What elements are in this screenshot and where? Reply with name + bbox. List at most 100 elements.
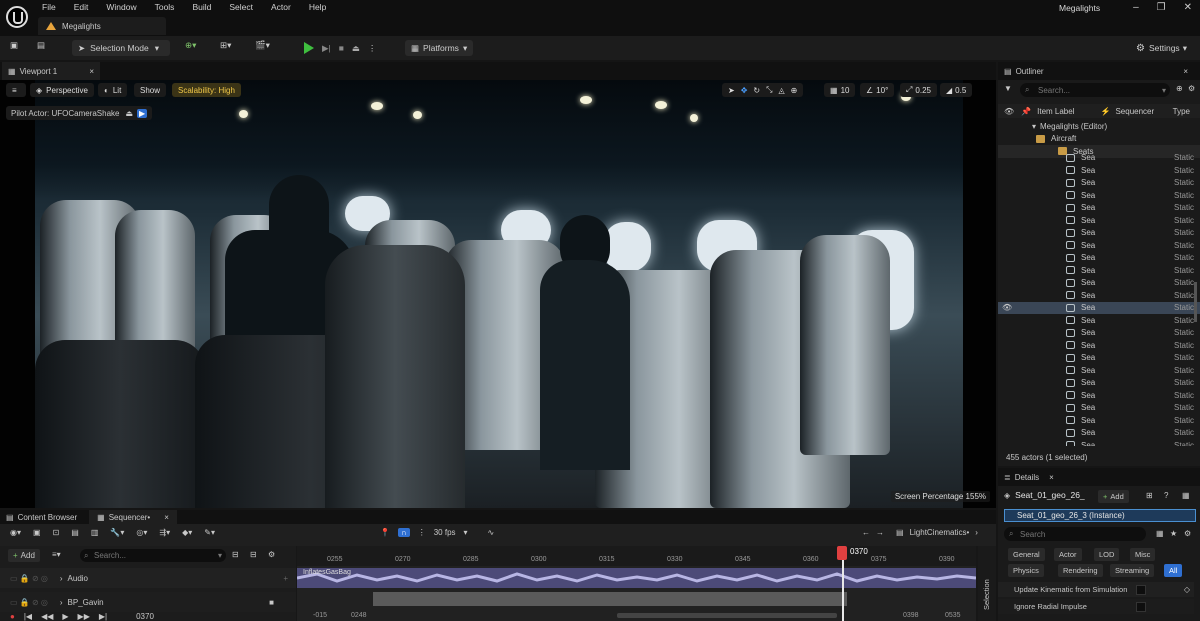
render-icon[interactable]: ▥ [91,528,99,537]
save-icon[interactable]: ▣ [10,40,18,56]
more-icon[interactable]: ⋮ [418,528,426,537]
camera-speed[interactable]: ◢ 0.5 [940,83,973,97]
outliner-row[interactable]: Sea Static [998,239,1200,252]
viewport-menu-icon[interactable]: ≡ [6,83,26,97]
project-tab[interactable]: Megalights [38,17,166,35]
outliner-row[interactable]: Sea Static [998,339,1200,352]
wrench-icon[interactable]: 🔧▾ [110,528,124,537]
filter-rendering[interactable]: Rendering [1058,564,1103,577]
visibility-icon[interactable]: 👁 [1004,107,1014,116]
close-icon[interactable]: × [1183,67,1188,76]
lit-button[interactable]: ◐ Lit [98,83,128,97]
outliner-row[interactable]: Sea Static [998,377,1200,390]
blueprint-icon[interactable]: ⊞▾ [220,40,231,56]
expand-icon[interactable]: ⊟ [250,550,257,559]
grid-snap[interactable]: ▦ 10 [824,83,856,97]
outliner-row[interactable]: Sea Static [998,427,1200,440]
column-type[interactable]: Type [1173,107,1190,116]
close-icon[interactable]: × [164,513,169,522]
playback-icon[interactable]: ⇶▾ [159,528,170,537]
outliner-row[interactable]: Sea Static [998,439,1200,446]
scalability-badge[interactable]: Scalability: High [172,83,241,97]
camera-icon[interactable]: ▶ [137,108,148,118]
collapse-icon[interactable]: ⊟ [232,550,239,559]
filter-all[interactable]: All [1164,564,1183,577]
curve-editor-icon[interactable]: ∿ [488,528,495,537]
add-component-button[interactable]: + Add [1098,490,1129,503]
outliner-row[interactable]: Sea Static [998,164,1200,177]
filter-general[interactable]: General [1008,548,1045,561]
help-icon[interactable]: ? [1164,491,1168,500]
filter-icon[interactable]: ≡▾ [52,550,61,559]
property-checkbox[interactable] [1136,584,1146,595]
time-ruler[interactable]: 0255 0270 0285 0300 0315 0330 0345 0360 … [297,546,976,566]
angle-snap[interactable]: ∠ 10° [860,83,895,97]
frame-scrollbar[interactable] [617,613,837,618]
filter-icon[interactable]: ▼ [1004,84,1012,93]
outliner-row[interactable]: Sea Static [998,402,1200,415]
curve-icon[interactable]: ✎▾ [204,528,215,537]
step-back-icon[interactable]: ◀◀ [41,612,53,621]
outliner-row[interactable]: Sea Static [998,152,1200,165]
settings-button[interactable]: ⚙ Settings ▾ [1136,40,1187,56]
viewport-tab[interactable]: ▦ Viewport 1 × [2,62,100,80]
step-icon[interactable]: ▶| [322,43,331,54]
pin-icon[interactable]: 📌 [1021,107,1031,116]
play-icon[interactable]: ▶ [62,612,68,621]
component-instance[interactable]: Seat_01_geo_26_3 (Instance) [1004,509,1196,522]
cinematic-name[interactable]: LightCinematics• [910,528,970,537]
diamond-icon[interactable]: ◇ [1184,585,1190,594]
track-row-audio[interactable]: ▭ 🔒 ⊘ ◎ › Audio + [0,568,296,588]
menu-edit[interactable]: Edit [74,2,89,12]
minimize-icon[interactable]: – [1133,2,1139,13]
selection-mode-dropdown[interactable]: ➤ Selection Mode ▾ [72,40,170,56]
audio-section[interactable]: InflatesGasBag [297,568,976,588]
outliner-row[interactable]: Sea Static [998,352,1200,365]
camera-icon[interactable]: ■ [269,598,274,607]
outliner-row[interactable]: Sea Static [998,327,1200,340]
cinematics-icon[interactable]: 🎬▾ [255,40,270,56]
close-icon[interactable]: × [1049,473,1054,482]
star-icon[interactable]: ★ [1170,529,1177,538]
rewind-icon[interactable]: |◀ [24,612,32,621]
chevron-right-icon[interactable]: › [60,598,63,607]
magnet-icon[interactable]: ∩ [397,528,410,537]
filter-lod[interactable]: LOD [1094,548,1120,561]
menu-file[interactable]: File [42,2,56,12]
fps-label[interactable]: 30 fps [434,528,456,537]
timeline[interactable]: 0255 0270 0285 0300 0315 0330 0345 0360 … [297,546,976,621]
actor-name[interactable]: Seat_01_geo_26_ [1015,490,1085,500]
world-icon[interactable]: ◉▾ [10,528,21,537]
filter-misc[interactable]: Misc [1130,548,1156,561]
platforms-dropdown[interactable]: ▦ Platforms ▾ [405,40,474,56]
eject-icon[interactable]: ⏏ [352,43,360,54]
add-filter-icon[interactable]: ⊕ [1176,84,1183,93]
add-actor-icon[interactable]: ⊕▾ [185,40,196,56]
record-icon[interactable]: ● [10,612,15,621]
camera-icon[interactable]: ⊡ [53,528,60,537]
scale-snap[interactable]: ⤢ 0.25 [900,83,937,97]
visibility-icon[interactable]: 👁 [1002,303,1012,312]
tab-sequencer[interactable]: ▦ Sequencer• × [89,510,177,524]
back-icon[interactable]: ← [862,528,870,537]
film-icon[interactable]: ▤ [71,528,79,537]
track-row-bp-gavin[interactable]: ▭ 🔒 ⊘ ◎ › BP_Gavin ■ [0,592,296,612]
outliner-row[interactable]: Sea Static [998,252,1200,265]
outliner-row[interactable]: Sea Static [998,202,1200,215]
show-button[interactable]: Show [134,83,167,97]
column-item-label[interactable]: Item Label [1037,107,1074,116]
selection-sidebar[interactable]: Selection [978,546,996,621]
filter-physics[interactable]: Physics [1008,564,1044,577]
outliner-row[interactable]: Sea Static [998,389,1200,402]
content-icon[interactable]: ▤ [37,40,45,56]
stop-icon[interactable]: ■ [339,43,344,53]
chevron-right-icon[interactable]: › [60,574,63,583]
tab-content-browser[interactable]: Content Browser [18,513,78,522]
outliner-scrollbar[interactable] [1194,282,1197,322]
key-icon[interactable]: ◆▾ [182,528,192,537]
table-icon[interactable]: ▦ [1156,529,1164,538]
end-icon[interactable]: ▶| [99,612,107,621]
surface-snap-icon[interactable]: ◬ [779,86,785,95]
unreal-logo-icon[interactable] [6,6,28,28]
select-icon[interactable]: ➤ [728,86,735,95]
